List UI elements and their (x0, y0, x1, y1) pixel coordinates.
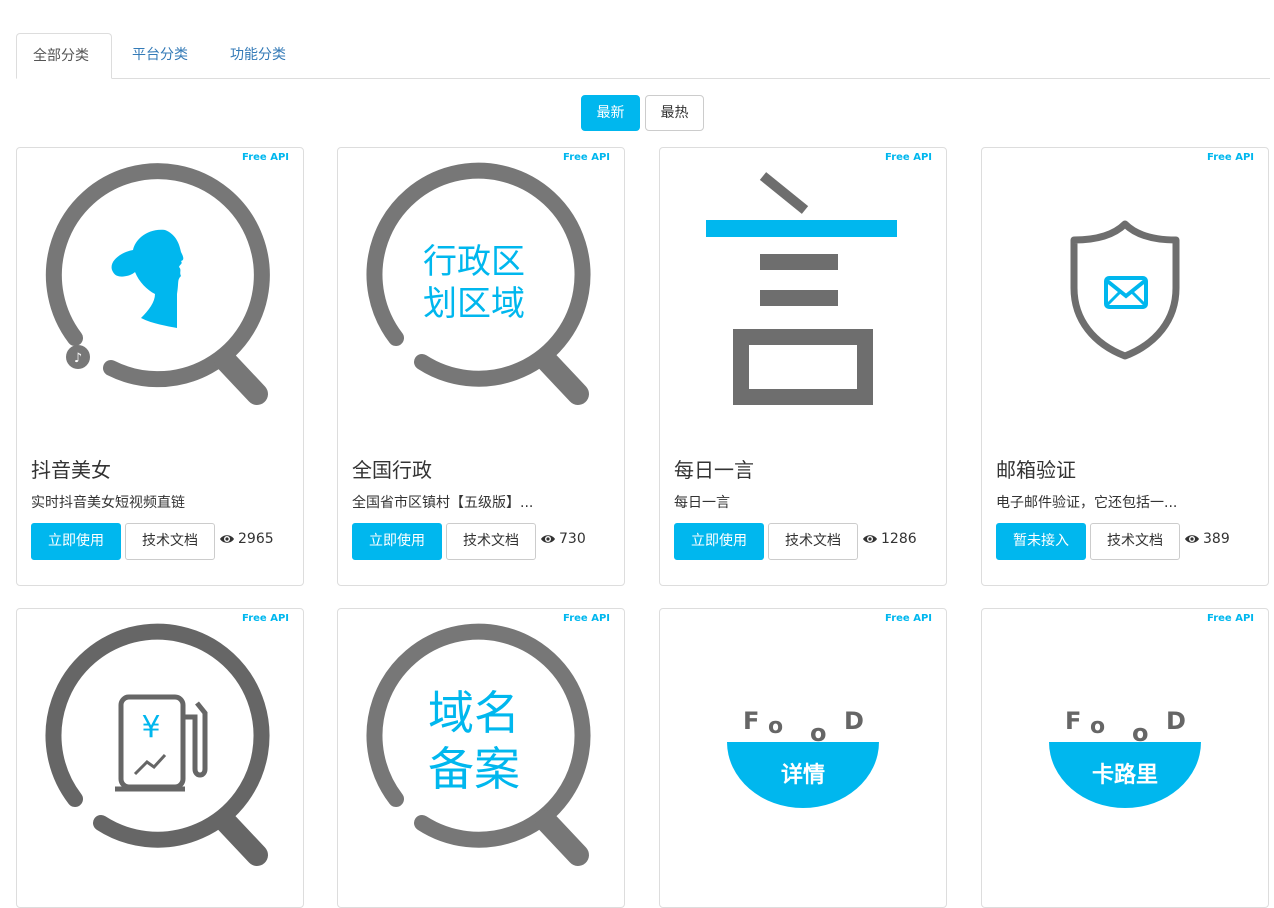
free-api-badge: Free API (1207, 613, 1254, 624)
api-card: ¥ Free API (16, 608, 304, 908)
eye-icon (541, 535, 555, 543)
free-api-badge: Free API (1207, 152, 1254, 163)
api-card: 行政区 划区域 Free API 全国行政 全国省市区镇村【五级版】... 立即… (337, 147, 625, 586)
free-api-badge: Free API (242, 613, 289, 624)
free-api-badge: Free API (885, 613, 932, 624)
tech-doc-button[interactable]: 技术文档 (125, 523, 215, 560)
api-title: 邮箱验证 (996, 458, 1076, 482)
use-now-button[interactable]: 立即使用 (352, 523, 442, 560)
icon-caption: 详情 (781, 762, 825, 788)
food-detail-icon[interactable]: F o o D 详情 (660, 609, 946, 895)
icon-letter: D (1166, 707, 1186, 735)
category-tabs: 全部分类 平台分类 功能分类 (16, 33, 1270, 79)
domain-record-icon[interactable]: 域名 备案 (338, 609, 624, 895)
icon-text-line-2: 备案 (428, 742, 520, 796)
api-title: 抖音美女 (31, 458, 111, 482)
icon-caption: 卡路里 (1092, 762, 1158, 788)
view-count: 389 (1184, 531, 1230, 547)
icon-letter: o (1090, 714, 1105, 739)
api-title: 每日一言 (674, 458, 754, 482)
icon-text-line-1: 域名 (428, 686, 520, 740)
api-description: 全国省市区镇村【五级版】... (352, 495, 534, 511)
view-count: 2965 (219, 531, 274, 547)
sort-newest-button[interactable]: 最新 (581, 95, 640, 131)
icon-text-line-2: 划区域 (423, 284, 525, 324)
api-card: Free API 每日一言 每日一言 立即使用 技术文档 1286 (659, 147, 947, 586)
tech-doc-button[interactable]: 技术文档 (1090, 523, 1180, 560)
svg-text:♪: ♪ (74, 351, 82, 366)
yan-character-icon[interactable] (660, 148, 946, 434)
eye-icon (220, 535, 234, 543)
free-api-badge: Free API (885, 152, 932, 163)
tech-doc-button[interactable]: 技术文档 (768, 523, 858, 560)
not-connected-button[interactable]: 暂未接入 (996, 523, 1086, 560)
view-count: 1286 (862, 531, 917, 547)
api-card: F o o D 卡路里 Free API (981, 608, 1269, 908)
free-api-badge: Free API (563, 152, 610, 163)
mail-shield-icon[interactable] (982, 148, 1268, 434)
icon-text-line-1: 行政区 (423, 242, 525, 282)
tab-function[interactable]: 功能分类 (214, 33, 302, 79)
tech-doc-button[interactable]: 技术文档 (446, 523, 536, 560)
use-now-button[interactable]: 立即使用 (674, 523, 764, 560)
view-count-value: 389 (1203, 531, 1230, 547)
free-api-badge: Free API (242, 152, 289, 163)
icon-letter: F (743, 707, 759, 735)
fuel-price-icon[interactable]: ¥ (17, 609, 303, 895)
api-title: 全国行政 (352, 458, 432, 482)
api-description: 实时抖音美女短视频直链 (31, 495, 185, 511)
region-search-icon[interactable]: 行政区 划区域 (338, 148, 624, 434)
view-count-value: 730 (559, 531, 586, 547)
api-card: ♪ Free API 抖音美女 实时抖音美女短视频直链 立即使用 技术文档 29… (16, 147, 304, 586)
icon-letter: F (1065, 707, 1081, 735)
food-calorie-icon[interactable]: F o o D 卡路里 (982, 609, 1268, 895)
api-card: Free API 邮箱验证 电子邮件验证，它还包括一... 暂未接入 技术文档 … (981, 147, 1269, 586)
view-count: 730 (540, 531, 586, 547)
icon-letter: o (768, 714, 783, 739)
icon-text-line-1: ¥ (141, 710, 160, 745)
eye-icon (863, 535, 877, 543)
api-card: F o o D 详情 Free API (659, 608, 947, 908)
api-description: 每日一言 (674, 495, 730, 511)
api-description: 电子邮件验证，它还包括一... (996, 495, 1178, 511)
view-count-value: 2965 (238, 531, 274, 547)
tab-all[interactable]: 全部分类 (16, 33, 112, 79)
view-count-value: 1286 (881, 531, 917, 547)
api-card: 域名 备案 Free API (337, 608, 625, 908)
icon-letter: D (844, 707, 864, 735)
tab-platform[interactable]: 平台分类 (116, 33, 204, 79)
sort-hottest-button[interactable]: 最热 (645, 95, 704, 131)
use-now-button[interactable]: 立即使用 (31, 523, 121, 560)
eye-icon (1185, 535, 1199, 543)
douyin-beauty-icon[interactable]: ♪ (17, 148, 303, 434)
free-api-badge: Free API (563, 613, 610, 624)
